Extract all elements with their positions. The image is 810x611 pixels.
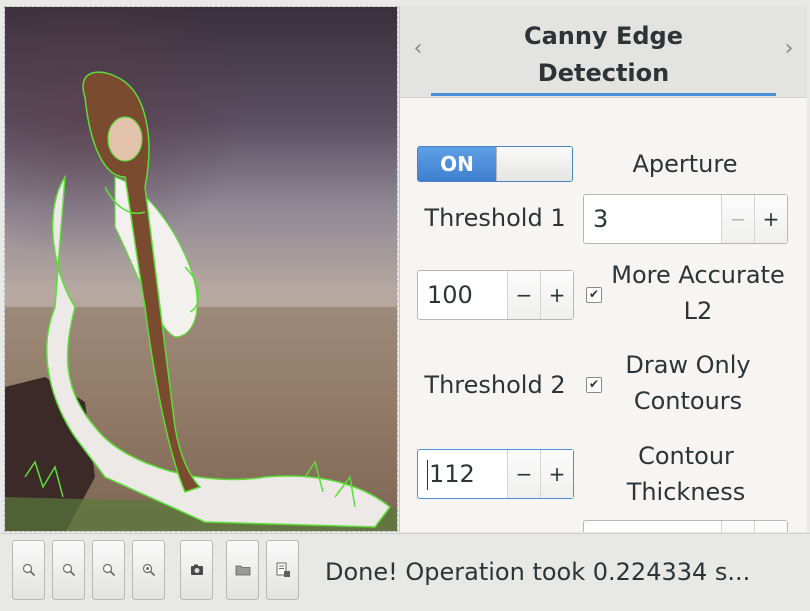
snapshot-button[interactable] xyxy=(180,540,213,600)
more-accurate-label-line2: L2 xyxy=(683,297,713,325)
threshold2-value[interactable]: 112 xyxy=(418,450,507,498)
threshold1-decrement-button[interactable]: − xyxy=(507,271,540,319)
bottom-toolbar: Done! Operation took 0.224334 s... xyxy=(0,533,810,611)
save-as-button[interactable] xyxy=(266,540,299,600)
zoom-out-icon xyxy=(62,563,75,577)
threshold1-spinbutton[interactable]: 100 − + xyxy=(417,270,574,320)
contour-thickness-decrement-button[interactable] xyxy=(721,521,754,532)
contour-thickness-label: Contour Thickness xyxy=(583,442,789,506)
previous-page-arrow[interactable]: ‹ xyxy=(408,36,428,61)
aperture-label: Aperture xyxy=(632,150,738,178)
snapshot-icon xyxy=(190,564,203,575)
more-accurate-label: More Accurate L2 xyxy=(605,261,791,325)
contour-thickness-line1: Contour xyxy=(638,442,734,470)
aperture-value[interactable]: 3 xyxy=(584,195,721,243)
next-page-arrow[interactable]: › xyxy=(779,36,799,61)
more-accurate-label-line1: More Accurate xyxy=(611,261,785,289)
threshold1-label: Threshold 1 xyxy=(424,204,566,232)
zoom-in-icon xyxy=(22,563,35,577)
contour-thickness-spinbutton[interactable] xyxy=(583,520,788,532)
zoom-out-button[interactable] xyxy=(52,540,85,600)
open-folder-icon xyxy=(235,565,250,576)
panel-header: ‹ Canny Edge Detection › xyxy=(400,6,807,98)
enable-toggle[interactable]: ON xyxy=(417,146,573,182)
processed-photo xyxy=(5,7,397,531)
draw-only-label-line2: Contours xyxy=(633,387,743,415)
image-view[interactable] xyxy=(4,6,398,532)
threshold2-decrement-button[interactable]: − xyxy=(507,450,540,498)
panel-title: Canny Edge Detection xyxy=(440,18,767,92)
threshold2-label: Threshold 2 xyxy=(424,371,566,399)
aperture-decrement-button[interactable]: − xyxy=(721,195,754,243)
zoom-fit-icon xyxy=(102,563,115,577)
panel-title-line2: Detection xyxy=(537,59,670,87)
zoom-in-button[interactable] xyxy=(12,540,45,600)
threshold1-value[interactable]: 100 xyxy=(418,271,507,319)
more-accurate-checkbox[interactable]: ✔ xyxy=(586,287,602,303)
aperture-spinbutton[interactable]: 3 − + xyxy=(583,194,788,244)
title-underline xyxy=(431,93,776,96)
threshold1-increment-button[interactable]: + xyxy=(540,271,573,319)
threshold2-spinbutton[interactable]: 112 − + xyxy=(417,449,574,499)
zoom-original-icon xyxy=(142,563,155,577)
toggle-on-label: ON xyxy=(418,147,496,181)
toggle-knob xyxy=(496,147,572,181)
draw-only-contours-label: Draw Only Contours xyxy=(605,351,771,415)
text-caret xyxy=(427,460,428,490)
zoom-original-button[interactable] xyxy=(132,540,165,600)
draw-only-contours-checkbox[interactable]: ✔ xyxy=(586,377,602,393)
threshold2-value-text: 112 xyxy=(429,460,475,488)
draw-only-label-line1: Draw Only xyxy=(625,351,751,379)
zoom-fit-button[interactable] xyxy=(92,540,125,600)
status-message: Done! Operation took 0.224334 s... xyxy=(325,558,751,586)
settings-panel: ‹ Canny Edge Detection › ON Aperture 3 −… xyxy=(399,6,807,532)
aperture-increment-button[interactable]: + xyxy=(754,195,787,243)
open-button[interactable] xyxy=(226,540,259,600)
save-as-icon xyxy=(276,562,290,577)
contour-thickness-value[interactable] xyxy=(584,521,721,532)
panel-title-line1: Canny Edge xyxy=(523,22,683,50)
contour-thickness-increment-button[interactable] xyxy=(754,521,787,532)
contour-thickness-line2: Thickness xyxy=(626,478,746,506)
threshold2-increment-button[interactable]: + xyxy=(540,450,573,498)
